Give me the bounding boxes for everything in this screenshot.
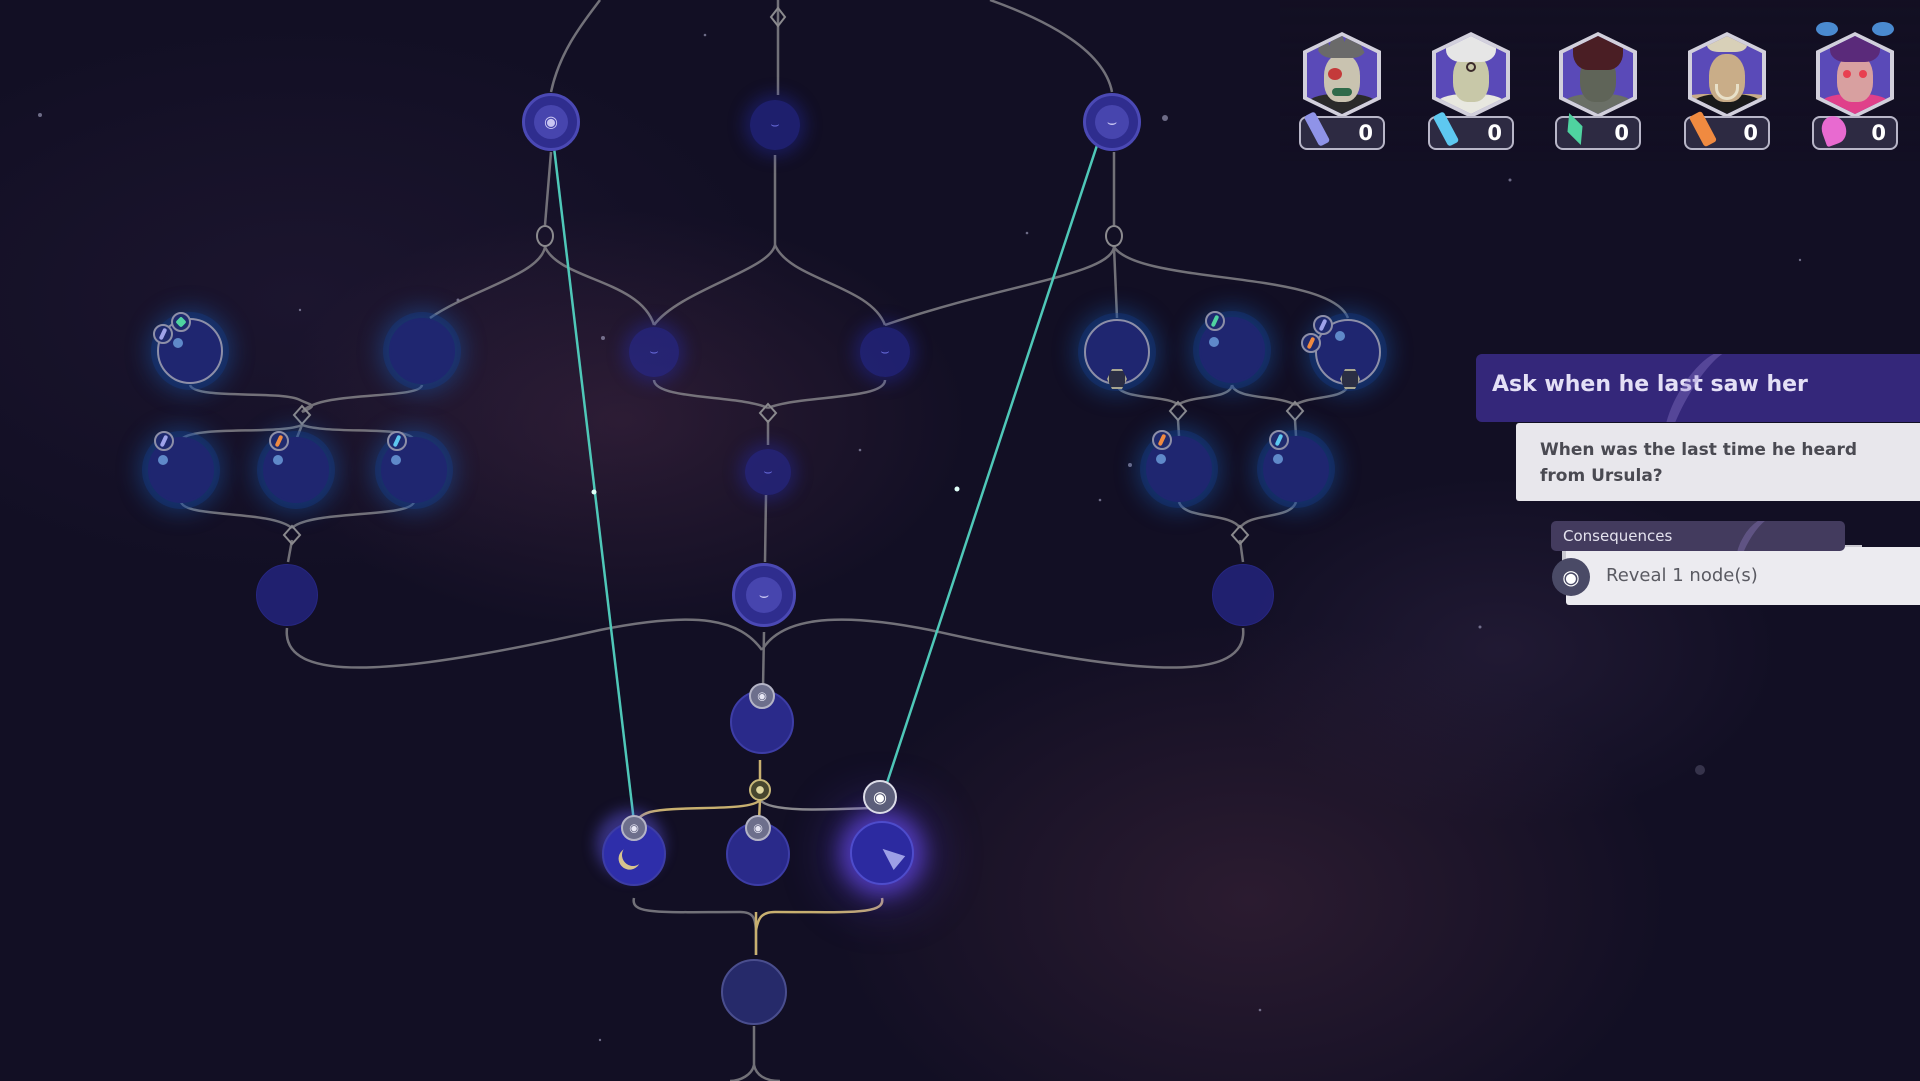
eye-icon: ◉ (757, 689, 767, 703)
closed-eye-icon: ⌣ (770, 117, 780, 133)
lock-icon: ● (755, 784, 765, 796)
choice-description-box: When was the last time he heard from Urs… (1516, 423, 1920, 501)
requirement-badge (1205, 311, 1225, 331)
eye-icon: ◉ (1552, 558, 1590, 596)
consequences-label: Consequences (1563, 527, 1673, 545)
closed-eye-icon: ⌣ (880, 344, 890, 360)
eye-icon: ◉ (544, 112, 558, 131)
crystal-icon (1562, 110, 1589, 147)
plus-icon (158, 455, 168, 465)
party-member[interactable]: 0 (1682, 10, 1772, 150)
crystal-icon (1817, 112, 1851, 148)
consequence-item: Reveal 1 node(s) (1566, 547, 1920, 605)
party-member[interactable]: 0 (1810, 10, 1900, 150)
hidden-node-revealable[interactable]: ⌣ (1083, 93, 1141, 151)
eye-badge: ◉ (621, 815, 647, 841)
eye-icon: ◉ (629, 821, 639, 835)
member-resource-counter: 0 (1684, 110, 1770, 150)
plus-icon (1209, 337, 1219, 347)
avatar (1432, 32, 1510, 118)
hair-tuft (1816, 22, 1838, 36)
eye-badge: ◉ (749, 683, 775, 709)
requirement-badge (153, 324, 173, 344)
plus-icon (1273, 454, 1283, 464)
background-stars (38, 33, 1802, 1042)
locked-node[interactable] (1212, 564, 1274, 626)
requirement-badge (1313, 315, 1333, 335)
requirement-junction: ● (749, 779, 771, 801)
choice-title-bar[interactable]: Ask when he last saw her (1476, 354, 1920, 422)
moon-icon (620, 842, 645, 867)
swirl-choice-node[interactable] (1301, 315, 1381, 389)
swirl-choice-node[interactable] (153, 312, 223, 384)
member-resource-counter: 0 (1299, 111, 1385, 150)
member-resource-counter: 0 (1428, 111, 1514, 150)
requirement-badge (387, 431, 407, 451)
requirement-badge (154, 431, 174, 451)
swirl-choice-node[interactable] (1199, 311, 1265, 383)
requirement-badge (171, 312, 191, 332)
swirl-choice-node[interactable] (1146, 430, 1212, 502)
eye-icon: ◉ (873, 787, 887, 807)
avatar (1688, 32, 1766, 118)
member-resource-counter: 0 (1812, 112, 1898, 150)
requirement-badge (1269, 430, 1289, 450)
cursor-icon (876, 842, 906, 870)
plus-icon (1156, 454, 1166, 464)
hair-tuft (1872, 22, 1894, 36)
swirl-choice-node[interactable] (148, 431, 214, 503)
choice-title: Ask when he last saw her (1492, 372, 1808, 397)
party-member[interactable]: 0 (1426, 10, 1516, 150)
plus-icon (173, 338, 183, 348)
crystal-icon (1432, 111, 1460, 147)
swirl-choice-node[interactable] (1263, 430, 1329, 502)
locked-node[interactable] (256, 564, 318, 626)
hidden-node[interactable]: ⌣ (745, 449, 791, 495)
tree-links-teal (549, 117, 1108, 823)
swirl-choice-node[interactable] (381, 431, 447, 503)
choice-node-hovered[interactable] (850, 821, 914, 885)
member-resource-counter: 0 (1555, 116, 1641, 150)
plus-icon (273, 455, 283, 465)
requirement-badge (269, 431, 289, 451)
closed-eye-icon: ⌣ (758, 585, 770, 604)
requirement-badge (1152, 430, 1172, 450)
hidden-node-revealable[interactable]: ⌣ (732, 563, 796, 627)
hidden-node[interactable]: ⌣ (629, 327, 679, 377)
avatar (1816, 32, 1894, 118)
tree-links-gray (179, 0, 1350, 1081)
choice-node-reveal[interactable]: ◉ (522, 93, 580, 151)
plus-icon (1335, 331, 1345, 341)
crystal-icon (1688, 110, 1718, 148)
avatar (1303, 32, 1381, 118)
consequence-text: Reveal 1 node(s) (1606, 565, 1758, 586)
plus-icon (391, 455, 401, 465)
swirl-choice-node[interactable] (1084, 319, 1150, 389)
swirl-choice-node[interactable] (389, 318, 455, 384)
party-member[interactable]: 0 (1553, 10, 1643, 150)
closed-eye-icon: ⌣ (763, 464, 773, 480)
eye-icon: ◉ (753, 821, 763, 835)
final-node[interactable] (721, 959, 787, 1025)
crystal-icon (1303, 111, 1331, 147)
party-member[interactable]: 0 (1297, 10, 1387, 150)
closed-eye-icon: ⌣ (1106, 112, 1118, 131)
swirl-choice-node[interactable] (263, 431, 329, 503)
reveal-eye-badge: ◉ (863, 780, 897, 814)
party-bar: 0 0 0 0 0 (1280, 0, 1920, 162)
requirement-badge (1301, 333, 1321, 353)
avatar (1559, 32, 1637, 118)
consequences-header: Consequences (1551, 521, 1845, 551)
choice-description: When was the last time he heard from Urs… (1540, 440, 1858, 486)
eye-badge: ◉ (745, 815, 771, 841)
hidden-node[interactable]: ⌣ (750, 100, 800, 150)
closed-eye-icon: ⌣ (649, 344, 659, 360)
hidden-node[interactable]: ⌣ (860, 327, 910, 377)
